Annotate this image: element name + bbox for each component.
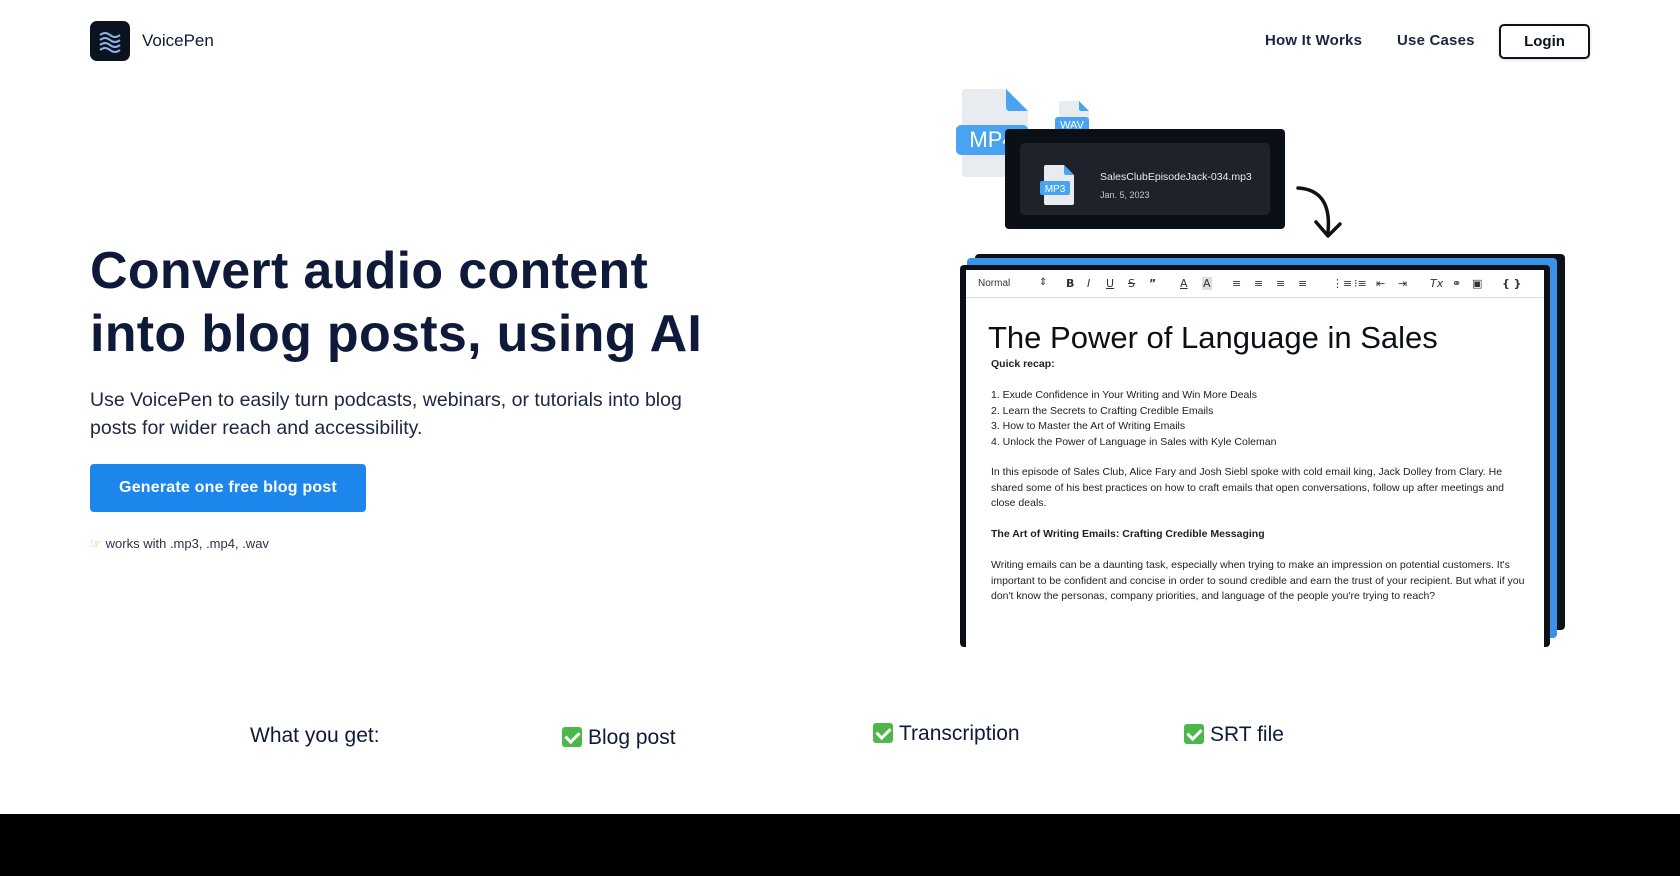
align-left-icon[interactable]: ≡ bbox=[1232, 277, 1241, 290]
bullet-list-icon[interactable]: ⁝≡ bbox=[1354, 277, 1367, 290]
quote-icon[interactable]: ” bbox=[1149, 277, 1156, 290]
recap-item: 3. How to Master the Art of Writing Emai… bbox=[991, 420, 1186, 432]
text-color-icon[interactable]: A bbox=[1180, 277, 1188, 290]
supported-formats: ☞ works with .mp3, .mp4, .wav bbox=[90, 536, 269, 552]
benefit-label: Transcription bbox=[899, 722, 1020, 745]
recap-item: 2. Learn the Secrets to Crafting Credibl… bbox=[991, 404, 1214, 417]
top-nav: VoicePen How It Works Use Cases Login bbox=[0, 0, 1680, 82]
login-button[interactable]: Login bbox=[1499, 24, 1590, 59]
checkmark-icon bbox=[873, 723, 893, 743]
recap-heading: Quick recap: bbox=[991, 358, 1055, 370]
supported-formats-text: works with .mp3, .mp4, .wav bbox=[105, 536, 269, 551]
link-icon[interactable]: ⚭ bbox=[1452, 277, 1461, 290]
highlight-icon[interactable]: A bbox=[1202, 277, 1212, 290]
recap-item: 4. Unlock the Power of Language in Sales… bbox=[991, 435, 1277, 448]
footer-band bbox=[0, 814, 1680, 876]
strikethrough-icon[interactable]: S bbox=[1128, 277, 1135, 290]
underline-icon[interactable]: U bbox=[1106, 277, 1114, 290]
section-heading: The Art of Writing Emails: Crafting Cred… bbox=[991, 528, 1265, 540]
hero-subtitle: Use VoicePen to easily turn podcasts, we… bbox=[90, 389, 682, 439]
editor-window: Normal ⇕ B I U S ” A A ≡ ≡ ≡ ≡ ⋮≡ ⁝≡ ⇤ ⇥… bbox=[960, 265, 1550, 647]
editor-toolbar: Normal ⇕ B I U S ” A A ≡ ≡ ≡ ≡ ⋮≡ ⁝≡ ⇤ ⇥… bbox=[966, 270, 1544, 298]
italic-icon[interactable]: I bbox=[1087, 277, 1090, 290]
indent-icon[interactable]: ⇥ bbox=[1398, 277, 1407, 290]
code-icon[interactable]: { } bbox=[1502, 277, 1522, 290]
checkmark-icon bbox=[1184, 724, 1204, 744]
doc-title: The Power of Language in Sales bbox=[988, 320, 1438, 355]
bold-icon[interactable]: B bbox=[1066, 277, 1074, 290]
brand-name[interactable]: VoicePen bbox=[142, 31, 214, 51]
mp3-label: MP3 bbox=[1045, 184, 1066, 195]
image-icon[interactable]: ▣ bbox=[1472, 277, 1482, 290]
audio-date: Jan. 5, 2023 bbox=[1100, 190, 1150, 200]
intro-paragraph: In this episode of Sales Club, Alice Far… bbox=[991, 466, 1505, 509]
benefit-label: Blog post bbox=[588, 726, 676, 749]
pointing-hand-icon: ☞ bbox=[90, 536, 102, 551]
outdent-icon[interactable]: ⇤ bbox=[1376, 277, 1385, 290]
nav-link-use-cases[interactable]: Use Cases bbox=[1397, 32, 1475, 49]
hero-title: Convert audio content into blog posts, u… bbox=[90, 242, 703, 363]
section-paragraph: Writing emails can be a daunting task, e… bbox=[991, 559, 1525, 602]
benefit-transcription: Transcription bbox=[873, 722, 1020, 746]
benefit-label: SRT file bbox=[1210, 723, 1284, 746]
generate-blog-post-button[interactable]: Generate one free blog post bbox=[90, 464, 366, 512]
align-justify-icon[interactable]: ≡ bbox=[1298, 277, 1307, 290]
benefits-label: What you get: bbox=[250, 724, 380, 747]
clear-format-icon[interactable]: Tx bbox=[1430, 277, 1443, 290]
sound-waves-icon bbox=[99, 32, 121, 53]
align-center-icon[interactable]: ≡ bbox=[1254, 277, 1263, 290]
audio-file-card: MP3 SalesClubEpisodeJack-034.mp3 Jan. 5,… bbox=[1005, 129, 1285, 229]
benefit-blog-post: Blog post bbox=[562, 726, 676, 750]
logo[interactable] bbox=[90, 21, 130, 61]
nav-link-how-it-works[interactable]: How It Works bbox=[1265, 32, 1362, 49]
text-style-select[interactable]: Normal bbox=[978, 278, 1010, 289]
curved-arrow-icon bbox=[1296, 186, 1342, 238]
audio-filename: SalesClubEpisodeJack-034.mp3 bbox=[1100, 171, 1252, 183]
select-caret-icon: ⇕ bbox=[1039, 277, 1048, 288]
checkmark-icon bbox=[562, 727, 582, 747]
mp3-file-icon: MP3 bbox=[1040, 165, 1074, 205]
recap-item: 1. Exude Confidence in Your Writing and … bbox=[991, 389, 1257, 401]
ordered-list-icon[interactable]: ⋮≡ bbox=[1332, 277, 1352, 290]
benefit-srt-file: SRT file bbox=[1184, 723, 1284, 747]
align-right-icon[interactable]: ≡ bbox=[1276, 277, 1285, 290]
